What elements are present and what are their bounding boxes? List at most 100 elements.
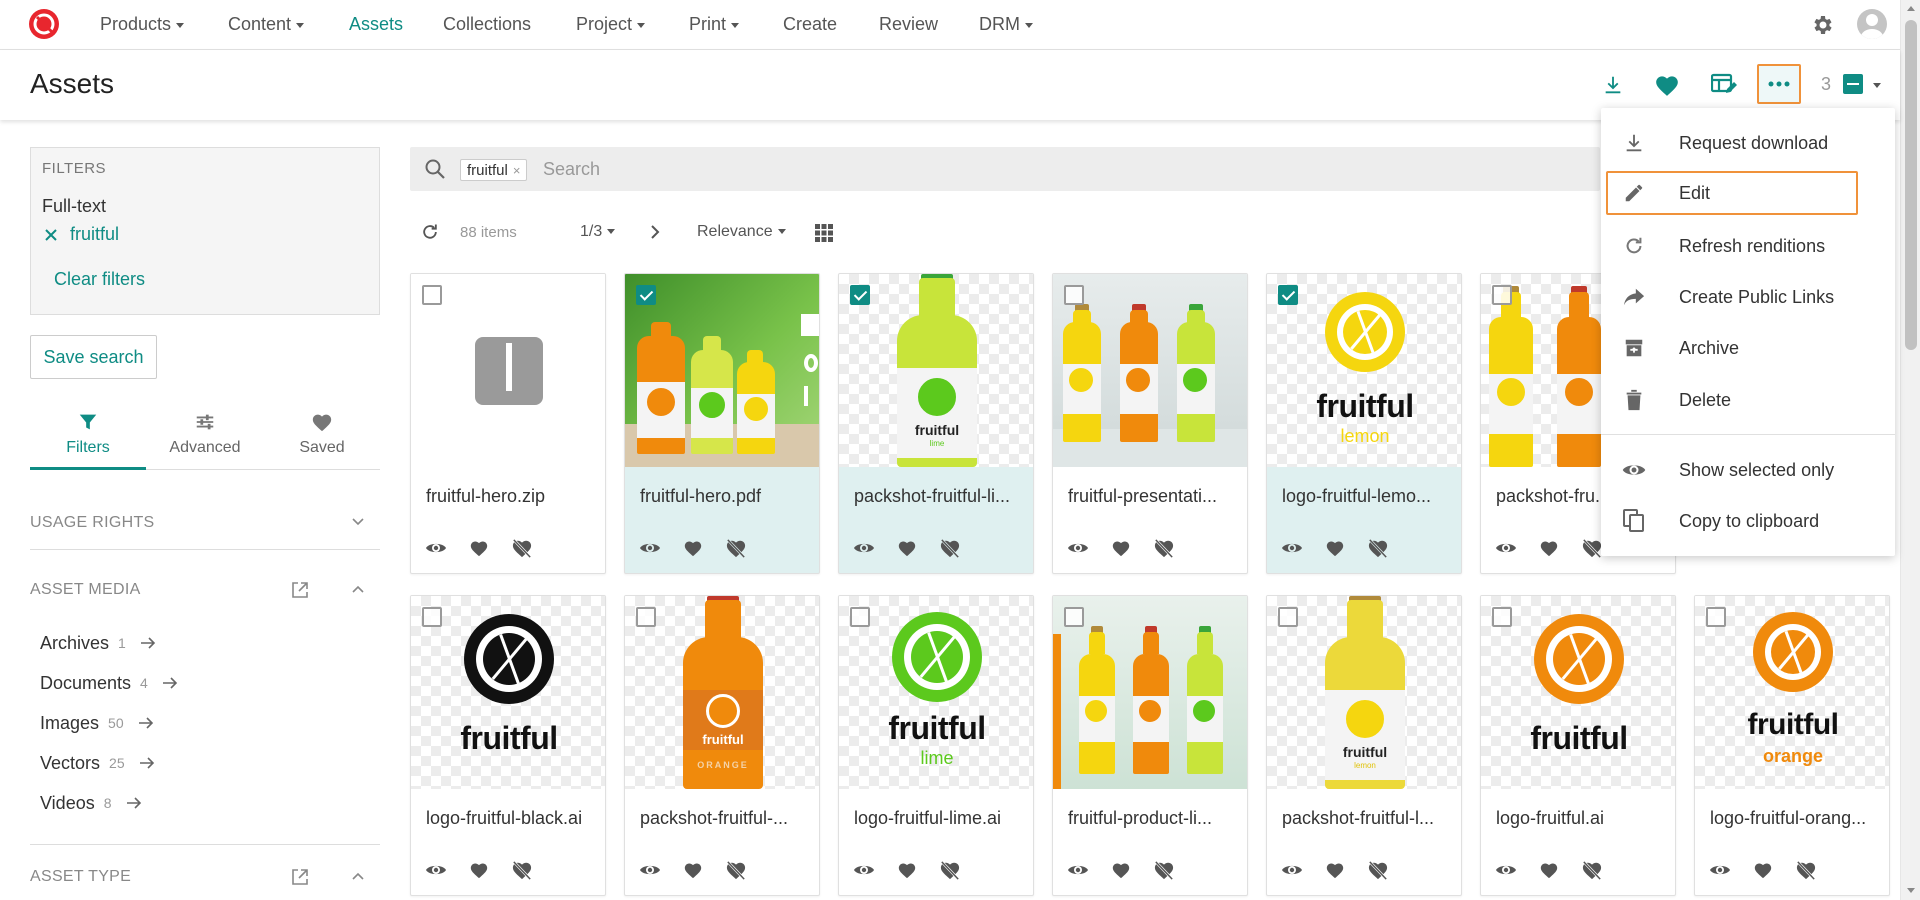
asset-card[interactable]: fruitful-hero.zip xyxy=(410,273,606,574)
heart-icon[interactable] xyxy=(1753,861,1773,879)
asset-name[interactable]: logo-fruitful-black.ai xyxy=(426,808,596,829)
heart-icon[interactable] xyxy=(1111,861,1131,879)
heart-icon[interactable] xyxy=(469,861,489,879)
nav-print[interactable]: Print xyxy=(689,14,740,35)
asset-card[interactable]: fruitful lime packshot-fruitful-li... xyxy=(838,273,1034,574)
eye-icon[interactable] xyxy=(853,862,875,878)
clear-filters-link[interactable]: Clear filters xyxy=(54,269,145,290)
sort-select[interactable]: Relevance xyxy=(697,223,786,241)
eye-icon[interactable] xyxy=(1495,540,1517,556)
search-bar[interactable]: fruitful × Search xyxy=(410,147,1600,191)
asset-name[interactable]: fruitful-hero.zip xyxy=(426,486,596,507)
asset-name[interactable]: packshot-fruitful-li... xyxy=(854,486,1024,507)
scrollbar-thumb[interactable] xyxy=(1905,20,1917,350)
tab-saved[interactable]: Saved xyxy=(264,405,380,470)
asset-card[interactable]: fruitful logo-fruitful-black.ai xyxy=(410,595,606,896)
asset-card[interactable]: fruitful logo-fruitful.ai xyxy=(1480,595,1676,896)
media-item-images[interactable]: Images 50 xyxy=(40,710,154,736)
asset-name[interactable]: logo-fruitful.ai xyxy=(1496,808,1666,829)
asset-card[interactable]: fruitful-presentati... xyxy=(1052,273,1248,574)
nav-create[interactable]: Create xyxy=(783,14,837,35)
media-item-videos[interactable]: Videos 8 xyxy=(40,790,142,816)
asset-name[interactable]: packshot-fruitful-l... xyxy=(1282,808,1452,829)
nav-collections[interactable]: Collections xyxy=(443,14,531,35)
asset-card[interactable]: fruitful-hero.pdf xyxy=(624,273,820,574)
heart-off-icon[interactable] xyxy=(1153,538,1175,558)
heart-icon[interactable] xyxy=(1539,861,1559,879)
heart-off-icon[interactable] xyxy=(725,538,747,558)
open-external-icon[interactable] xyxy=(290,867,310,887)
logo-icon[interactable] xyxy=(28,8,60,40)
tab-filters[interactable]: Filters xyxy=(30,405,146,470)
asset-card[interactable]: fruitful-product-li... xyxy=(1052,595,1248,896)
asset-checkbox[interactable] xyxy=(1706,607,1726,627)
asset-name[interactable]: logo-fruitful-lime.ai xyxy=(854,808,1024,829)
gear-icon[interactable] xyxy=(1810,13,1834,37)
nav-products[interactable]: Products xyxy=(100,14,185,35)
menu-item-refresh-renditions[interactable]: Refresh renditions xyxy=(1601,224,1895,268)
heart-icon[interactable] xyxy=(683,861,703,879)
eye-icon[interactable] xyxy=(425,862,447,878)
heart-off-icon[interactable] xyxy=(1581,860,1603,880)
asset-checkbox[interactable] xyxy=(1064,607,1084,627)
asset-name[interactable]: fruitful-hero.pdf xyxy=(640,486,810,507)
asset-card[interactable]: fruitful orange logo-fruitful-orang... xyxy=(1694,595,1890,896)
media-item-documents[interactable]: Documents 4 xyxy=(40,670,178,696)
menu-item-request-download[interactable]: Request download xyxy=(1601,121,1895,165)
eye-icon[interactable] xyxy=(1709,862,1731,878)
grid-view-icon[interactable] xyxy=(815,224,833,242)
eye-icon[interactable] xyxy=(639,862,661,878)
chevron-down-icon[interactable] xyxy=(1873,83,1881,88)
heart-off-icon[interactable] xyxy=(1581,538,1603,558)
nav-drm[interactable]: DRM xyxy=(979,14,1033,35)
asset-name[interactable]: logo-fruitful-lemo... xyxy=(1282,486,1452,507)
heart-off-icon[interactable] xyxy=(1795,860,1817,880)
nav-content[interactable]: Content xyxy=(228,14,305,35)
nav-project[interactable]: Project xyxy=(576,14,646,35)
heart-icon[interactable] xyxy=(897,539,917,557)
asset-checkbox[interactable] xyxy=(1492,285,1512,305)
asset-name[interactable]: logo-fruitful-orang... xyxy=(1710,808,1880,829)
chevron-right-icon[interactable] xyxy=(648,223,662,241)
media-item-archives[interactable]: Archives 1 xyxy=(40,630,156,656)
heart-icon[interactable] xyxy=(683,539,703,557)
menu-item-copy-to-clipboard[interactable]: Copy to clipboard xyxy=(1601,499,1895,543)
heart-off-icon[interactable] xyxy=(511,538,533,558)
asset-name[interactable]: fruitful-presentati... xyxy=(1068,486,1238,507)
heart-off-icon[interactable] xyxy=(1367,860,1389,880)
eye-icon[interactable] xyxy=(1281,540,1303,556)
heart-off-icon[interactable] xyxy=(1153,860,1175,880)
active-filter-term[interactable]: fruitful xyxy=(44,224,119,245)
asset-media-section[interactable]: ASSET MEDIA xyxy=(30,575,380,605)
user-avatar-icon[interactable] xyxy=(1857,9,1887,39)
scroll-down-arrow[interactable] xyxy=(1907,888,1915,893)
heart-icon[interactable] xyxy=(1652,70,1682,100)
asset-name[interactable]: packshot-fruitful-... xyxy=(640,808,810,829)
menu-item-edit[interactable]: Edit xyxy=(1606,171,1858,215)
table-edit-icon[interactable] xyxy=(1709,70,1739,100)
refresh-icon[interactable] xyxy=(420,222,440,242)
asset-checkbox[interactable] xyxy=(1278,607,1298,627)
search-term-chip[interactable]: fruitful × xyxy=(460,159,528,181)
nav-assets[interactable]: Assets xyxy=(349,14,403,35)
scroll-up-arrow[interactable] xyxy=(1907,6,1915,11)
download-icon[interactable] xyxy=(1598,70,1628,100)
eye-icon[interactable] xyxy=(425,540,447,556)
asset-checkbox[interactable] xyxy=(850,285,870,305)
media-item-vectors[interactable]: Vectors 25 xyxy=(40,750,155,776)
eye-icon[interactable] xyxy=(639,540,661,556)
asset-card[interactable]: fruitful lemon packshot-fruitful-l... xyxy=(1266,595,1462,896)
usage-rights-section[interactable]: USAGE RIGHTS xyxy=(30,508,380,538)
eye-icon[interactable] xyxy=(1067,862,1089,878)
asset-card[interactable]: fruitful ORANGE packshot-fruitful-... xyxy=(624,595,820,896)
more-actions-button[interactable] xyxy=(1757,64,1801,104)
eye-icon[interactable] xyxy=(853,540,875,556)
eye-icon[interactable] xyxy=(1495,862,1517,878)
menu-item-show-selected-only[interactable]: Show selected only xyxy=(1601,448,1895,492)
asset-card[interactable]: fruitful lime logo-fruitful-lime.ai xyxy=(838,595,1034,896)
heart-off-icon[interactable] xyxy=(939,860,961,880)
asset-checkbox[interactable] xyxy=(422,285,442,305)
eye-icon[interactable] xyxy=(1067,540,1089,556)
heart-off-icon[interactable] xyxy=(1367,538,1389,558)
asset-checkbox[interactable] xyxy=(1278,285,1298,305)
